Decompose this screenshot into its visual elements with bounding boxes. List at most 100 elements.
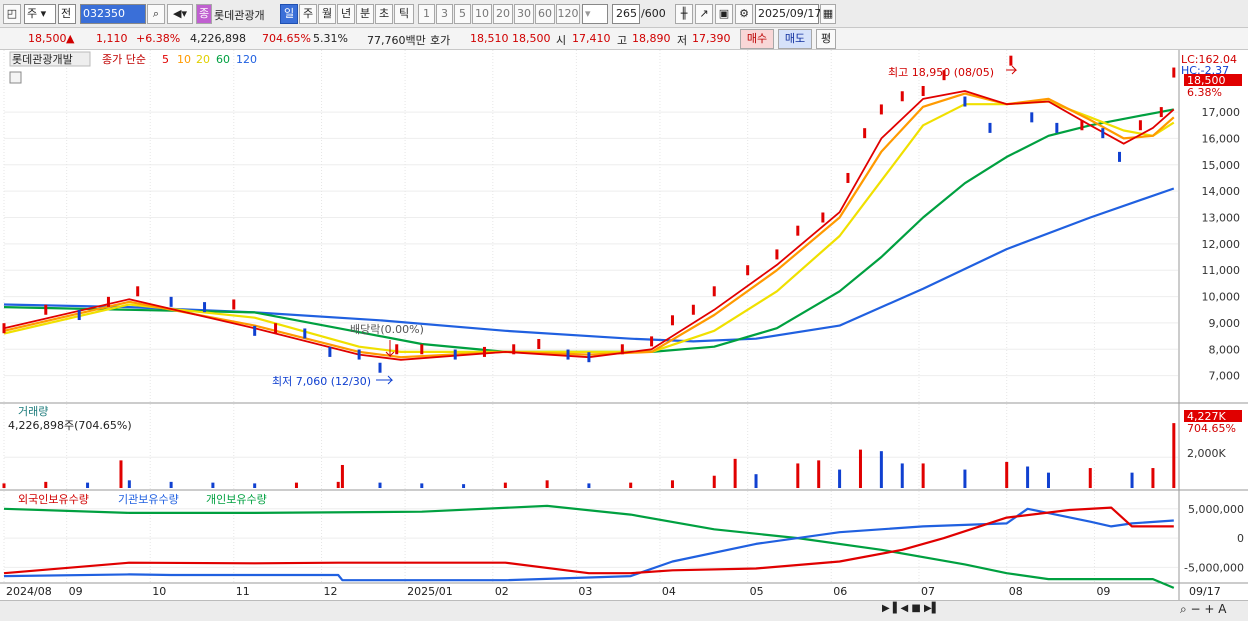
tab-month[interactable]: 월 — [318, 4, 336, 24]
volume-bar — [1151, 468, 1155, 488]
speaker-icon[interactable]: ◀▾ — [167, 4, 193, 24]
price-tick-label: 14,000 — [1202, 185, 1241, 198]
quote-bid-label: 호가 — [430, 34, 451, 47]
price-candle — [650, 336, 654, 347]
price-candle — [775, 249, 779, 260]
price-candle — [670, 315, 674, 326]
price-candle — [879, 104, 883, 115]
volume-bar — [462, 484, 466, 488]
interval-20[interactable]: 20 — [493, 4, 513, 24]
search-icon[interactable]: ⌕ — [147, 4, 165, 24]
volume-value: 4,226,898주(704.65%) — [8, 419, 132, 432]
volume-bar — [587, 483, 591, 488]
legend-ma60: 60 — [216, 53, 230, 66]
price-candle — [846, 172, 850, 183]
volume-bar — [1172, 423, 1176, 488]
annotation-high: 최고 18,950 (08/05) — [888, 66, 994, 79]
interval-60[interactable]: 60 — [535, 4, 555, 24]
price-tick-label: 17,000 — [1202, 106, 1241, 119]
candle-icon[interactable]: ╫ — [675, 4, 693, 24]
calendar-icon[interactable]: ▦ — [820, 4, 836, 24]
x-tick-label: 2025/01 — [407, 585, 453, 598]
date-input[interactable]: 2025/09/17 — [755, 4, 821, 24]
market-select[interactable]: 주 ▾ — [24, 4, 56, 24]
volume-bar — [127, 480, 131, 488]
volume-bar — [817, 460, 821, 488]
buy-button[interactable]: 매수 — [740, 29, 774, 49]
price-tick-label: 7,000 — [1209, 370, 1241, 383]
tab-week[interactable]: 주 — [299, 4, 317, 24]
legend-ma5: 5 — [162, 53, 169, 66]
quote-amount: 77,760백만 — [367, 34, 426, 47]
chart-svg[interactable]: 17,000 16,000 15,000 14,000 13,000 12,000 11,0… — [0, 50, 1248, 621]
volume-bar — [629, 482, 633, 488]
quote-turnover: 5.31% — [313, 32, 348, 45]
legend-individual: 개인보유수량 — [206, 493, 267, 506]
save-icon[interactable]: ▣ — [715, 4, 733, 24]
price-candle — [691, 304, 695, 315]
quote-high: 18,890 — [632, 32, 671, 45]
price-candle — [712, 286, 716, 297]
zoom-icon[interactable]: ⌕ − + A — [1180, 602, 1226, 617]
interval-10[interactable]: 10 — [472, 4, 492, 24]
price-candle — [746, 265, 750, 276]
count-input[interactable]: 265 — [612, 4, 640, 24]
volume-bar — [733, 458, 737, 488]
table-button[interactable]: 평 — [816, 29, 836, 49]
quote-open: 17,410 — [572, 32, 611, 45]
interval-5[interactable]: 5 — [454, 4, 471, 24]
stock-badge: 종 — [196, 4, 212, 24]
price-candle — [1030, 112, 1034, 123]
volume-bar — [712, 475, 716, 488]
price-candle — [203, 302, 207, 313]
interval-30[interactable]: 30 — [514, 4, 534, 24]
volume-bar — [378, 482, 382, 488]
window-icon[interactable]: ◰ — [3, 4, 21, 24]
sell-button[interactable]: 매도 — [778, 29, 812, 49]
tab-year[interactable]: 년 — [337, 4, 355, 24]
table-toggle-icon[interactable] — [9, 71, 22, 84]
gear-icon[interactable]: ⚙ — [735, 4, 753, 24]
price-candle — [106, 296, 110, 307]
tab-tick[interactable]: 틱 — [394, 4, 414, 24]
price-candle — [328, 346, 332, 357]
tab-minute[interactable]: 분 — [356, 4, 374, 24]
volume-bar — [2, 483, 6, 488]
legend-institution: 기관보유수량 — [118, 493, 179, 506]
tab-day[interactable]: 일 — [280, 4, 298, 24]
volume-bar — [838, 469, 842, 488]
x-tick-label: 12 — [324, 585, 338, 598]
scroll-right-icon[interactable]: ▶ ▌◀ ■ ▶▌ — [882, 603, 939, 614]
volume-label: 거래량 — [18, 405, 48, 418]
price-tick-label: 12,000 — [1202, 238, 1241, 251]
type-select[interactable]: 전 — [58, 4, 76, 24]
holdings-tick-label: 0 — [1237, 532, 1244, 545]
price-candle — [274, 323, 278, 334]
price-candle — [988, 122, 992, 133]
stock-code-input[interactable]: 032350 — [80, 4, 146, 24]
draw-icon[interactable]: ↗ — [695, 4, 713, 24]
interval-3[interactable]: 3 — [436, 4, 453, 24]
quote-volume: 4,226,898 — [190, 32, 246, 45]
price-candle — [357, 349, 361, 360]
volume-bar — [1088, 468, 1092, 488]
market-value: 주 — [27, 7, 38, 20]
price-candle — [566, 349, 570, 360]
volume-bar — [921, 463, 925, 488]
scroll-bar[interactable]: ▶ ▌◀ ■ ▶▌ ⌕ − + A — [0, 600, 1248, 621]
tab-second[interactable]: 초 — [375, 4, 393, 24]
price-candle — [2, 323, 6, 334]
interval-1[interactable]: 1 — [418, 4, 435, 24]
quote-low-label: 저 — [677, 34, 688, 47]
volume-bar — [670, 480, 674, 488]
interval-dropdown[interactable]: ▾ — [582, 4, 608, 24]
volume-bar — [169, 481, 173, 488]
price-candle — [537, 339, 541, 350]
volume-bar — [1005, 461, 1009, 488]
chart-area[interactable]: 17,000 16,000 15,000 14,000 13,000 12,000 11,0… — [0, 50, 1248, 621]
volume-bar — [1046, 472, 1050, 488]
interval-120[interactable]: 120 — [556, 4, 580, 24]
x-tick-label: 09 — [69, 585, 83, 598]
toolbar-top: ◰ 주 ▾ 전 032350 ⌕ ◀▾ 종 롯데관광개 일 주 월 년 분 초 … — [0, 0, 1248, 28]
volume-bar — [211, 482, 215, 488]
